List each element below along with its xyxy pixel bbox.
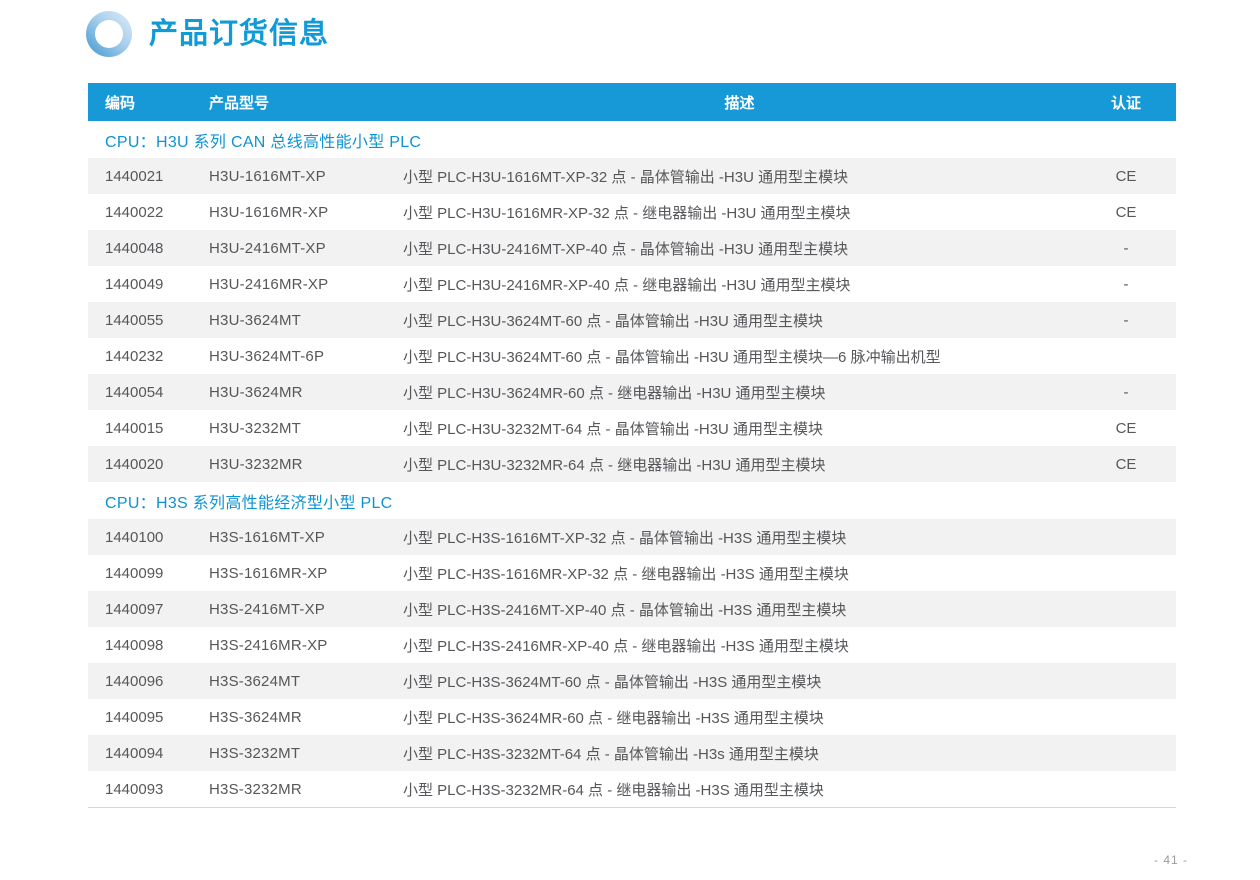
cell-cert: - xyxy=(1076,312,1176,329)
cell-desc: 小型 PLC-H3U-3232MT-64 点 - 晶体管输出 -H3U 通用型主… xyxy=(403,418,1076,439)
cell-desc: 小型 PLC-H3U-3624MT-60 点 - 晶体管输出 -H3U 通用型主… xyxy=(403,310,1076,331)
table-row: 1440099 H3S-1616MR-XP 小型 PLC-H3S-1616MR-… xyxy=(88,555,1176,591)
cell-model: H3U-3232MT xyxy=(209,420,403,437)
cell-desc: 小型 PLC-H3U-2416MR-XP-40 点 - 继电器输出 -H3U 通… xyxy=(403,274,1076,295)
column-header-description: 描述 xyxy=(403,92,1076,113)
cell-code: 1440096 xyxy=(88,673,209,690)
cell-desc: 小型 PLC-H3U-3232MR-64 点 - 继电器输出 -H3U 通用型主… xyxy=(403,454,1076,475)
cell-code: 1440094 xyxy=(88,745,209,762)
cell-cert: CE xyxy=(1076,456,1176,473)
cell-desc: 小型 PLC-H3S-3232MT-64 点 - 晶体管输出 -H3s 通用型主… xyxy=(403,743,1076,764)
cell-code: 1440232 xyxy=(88,348,209,365)
cell-code: 1440020 xyxy=(88,456,209,473)
cell-model: H3U-3624MT-6P xyxy=(209,348,403,365)
table-row: 1440022 H3U-1616MR-XP 小型 PLC-H3U-1616MR-… xyxy=(88,194,1176,230)
cell-model: H3U-3232MR xyxy=(209,456,403,473)
section-title: CPU：H3S 系列高性能经济型小型 PLC xyxy=(105,489,393,513)
cell-model: H3U-3624MR xyxy=(209,384,403,401)
cell-model: H3S-2416MT-XP xyxy=(209,601,403,618)
cell-desc: 小型 PLC-H3U-3624MR-60 点 - 继电器输出 -H3U 通用型主… xyxy=(403,382,1076,403)
cell-code: 1440098 xyxy=(88,637,209,654)
table-header-row: 编码 产品型号 描述 认证 xyxy=(88,83,1176,121)
cell-model: H3S-3624MR xyxy=(209,709,403,726)
table-row: 1440095 H3S-3624MR 小型 PLC-H3S-3624MR-60 … xyxy=(88,699,1176,735)
table-row: 1440055 H3U-3624MT 小型 PLC-H3U-3624MT-60 … xyxy=(88,302,1176,338)
cell-model: H3U-2416MT-XP xyxy=(209,240,403,257)
table-row: 1440096 H3S-3624MT 小型 PLC-H3S-3624MT-60 … xyxy=(88,663,1176,699)
cell-desc: 小型 PLC-H3S-2416MR-XP-40 点 - 继电器输出 -H3S 通… xyxy=(403,635,1076,656)
cell-code: 1440048 xyxy=(88,240,209,257)
cell-model: H3S-3232MT xyxy=(209,745,403,762)
cell-code: 1440093 xyxy=(88,781,209,798)
table-row: 1440048 H3U-2416MT-XP 小型 PLC-H3U-2416MT-… xyxy=(88,230,1176,266)
table-row: 1440100 H3S-1616MT-XP 小型 PLC-H3S-1616MT-… xyxy=(88,519,1176,555)
page-header: 产品订货信息 xyxy=(86,8,329,60)
cell-cert: CE xyxy=(1076,204,1176,221)
table-row: 1440049 H3U-2416MR-XP 小型 PLC-H3U-2416MR-… xyxy=(88,266,1176,302)
product-order-table: 编码 产品型号 描述 认证 CPU：H3U 系列 CAN 总线高性能小型 PLC… xyxy=(88,83,1176,808)
table-row: 1440094 H3S-3232MT 小型 PLC-H3S-3232MT-64 … xyxy=(88,735,1176,771)
column-header-certification: 认证 xyxy=(1076,92,1176,113)
table-row: 1440020 H3U-3232MR 小型 PLC-H3U-3232MR-64 … xyxy=(88,446,1176,482)
table-body: CPU：H3U 系列 CAN 总线高性能小型 PLC 1440021 H3U-1… xyxy=(88,121,1176,807)
cell-code: 1440015 xyxy=(88,420,209,437)
cell-code: 1440055 xyxy=(88,312,209,329)
cell-model: H3U-3624MT xyxy=(209,312,403,329)
page-title: 产品订货信息 xyxy=(149,20,329,49)
cell-desc: 小型 PLC-H3S-1616MT-XP-32 点 - 晶体管输出 -H3S 通… xyxy=(403,527,1076,548)
cell-code: 1440054 xyxy=(88,384,209,401)
cell-desc: 小型 PLC-H3U-3624MT-60 点 - 晶体管输出 -H3U 通用型主… xyxy=(403,346,1076,367)
column-header-model: 产品型号 xyxy=(209,92,403,113)
cell-desc: 小型 PLC-H3S-1616MR-XP-32 点 - 继电器输出 -H3S 通… xyxy=(403,563,1076,584)
cell-desc: 小型 PLC-H3U-1616MT-XP-32 点 - 晶体管输出 -H3U 通… xyxy=(403,166,1076,187)
cell-model: H3S-2416MR-XP xyxy=(209,637,403,654)
table-bottom-divider xyxy=(88,807,1176,808)
section-header: CPU：H3U 系列 CAN 总线高性能小型 PLC xyxy=(88,121,1176,158)
table-row: 1440015 H3U-3232MT 小型 PLC-H3U-3232MT-64 … xyxy=(88,410,1176,446)
cell-desc: 小型 PLC-H3S-3624MT-60 点 - 晶体管输出 -H3S 通用型主… xyxy=(403,671,1076,692)
cell-desc: 小型 PLC-H3S-3624MR-60 点 - 继电器输出 -H3S 通用型主… xyxy=(403,707,1076,728)
cell-code: 1440099 xyxy=(88,565,209,582)
cell-cert: CE xyxy=(1076,168,1176,185)
cell-cert: CE xyxy=(1076,420,1176,437)
table-row: 1440054 H3U-3624MR 小型 PLC-H3U-3624MR-60 … xyxy=(88,374,1176,410)
cell-cert: - xyxy=(1076,384,1176,401)
cell-model: H3U-2416MR-XP xyxy=(209,276,403,293)
table-row: 1440021 H3U-1616MT-XP 小型 PLC-H3U-1616MT-… xyxy=(88,158,1176,194)
cell-model: H3S-1616MR-XP xyxy=(209,565,403,582)
cell-cert: - xyxy=(1076,276,1176,293)
cell-model: H3U-1616MR-XP xyxy=(209,204,403,221)
cell-code: 1440021 xyxy=(88,168,209,185)
cell-code: 1440100 xyxy=(88,529,209,546)
table-row: 1440098 H3S-2416MR-XP 小型 PLC-H3S-2416MR-… xyxy=(88,627,1176,663)
cell-model: H3S-1616MT-XP xyxy=(209,529,403,546)
table-row: 1440232 H3U-3624MT-6P 小型 PLC-H3U-3624MT-… xyxy=(88,338,1176,374)
cell-desc: 小型 PLC-H3S-3232MR-64 点 - 继电器输出 -H3S 通用型主… xyxy=(403,779,1076,800)
cell-code: 1440097 xyxy=(88,601,209,618)
cell-desc: 小型 PLC-H3U-1616MR-XP-32 点 - 继电器输出 -H3U 通… xyxy=(403,202,1076,223)
ring-icon xyxy=(86,11,132,57)
page-number: - 41 - xyxy=(1154,853,1188,867)
cell-desc: 小型 PLC-H3S-2416MT-XP-40 点 - 晶体管输出 -H3S 通… xyxy=(403,599,1076,620)
column-header-code: 编码 xyxy=(88,92,209,113)
cell-code: 1440049 xyxy=(88,276,209,293)
cell-desc: 小型 PLC-H3U-2416MT-XP-40 点 - 晶体管输出 -H3U 通… xyxy=(403,238,1076,259)
cell-model: H3S-3232MR xyxy=(209,781,403,798)
cell-model: H3U-1616MT-XP xyxy=(209,168,403,185)
section-header: CPU：H3S 系列高性能经济型小型 PLC xyxy=(88,482,1176,519)
cell-code: 1440022 xyxy=(88,204,209,221)
cell-cert: - xyxy=(1076,240,1176,257)
cell-code: 1440095 xyxy=(88,709,209,726)
section-title: CPU：H3U 系列 CAN 总线高性能小型 PLC xyxy=(105,128,421,152)
cell-model: H3S-3624MT xyxy=(209,673,403,690)
table-row: 1440097 H3S-2416MT-XP 小型 PLC-H3S-2416MT-… xyxy=(88,591,1176,627)
table-row: 1440093 H3S-3232MR 小型 PLC-H3S-3232MR-64 … xyxy=(88,771,1176,807)
